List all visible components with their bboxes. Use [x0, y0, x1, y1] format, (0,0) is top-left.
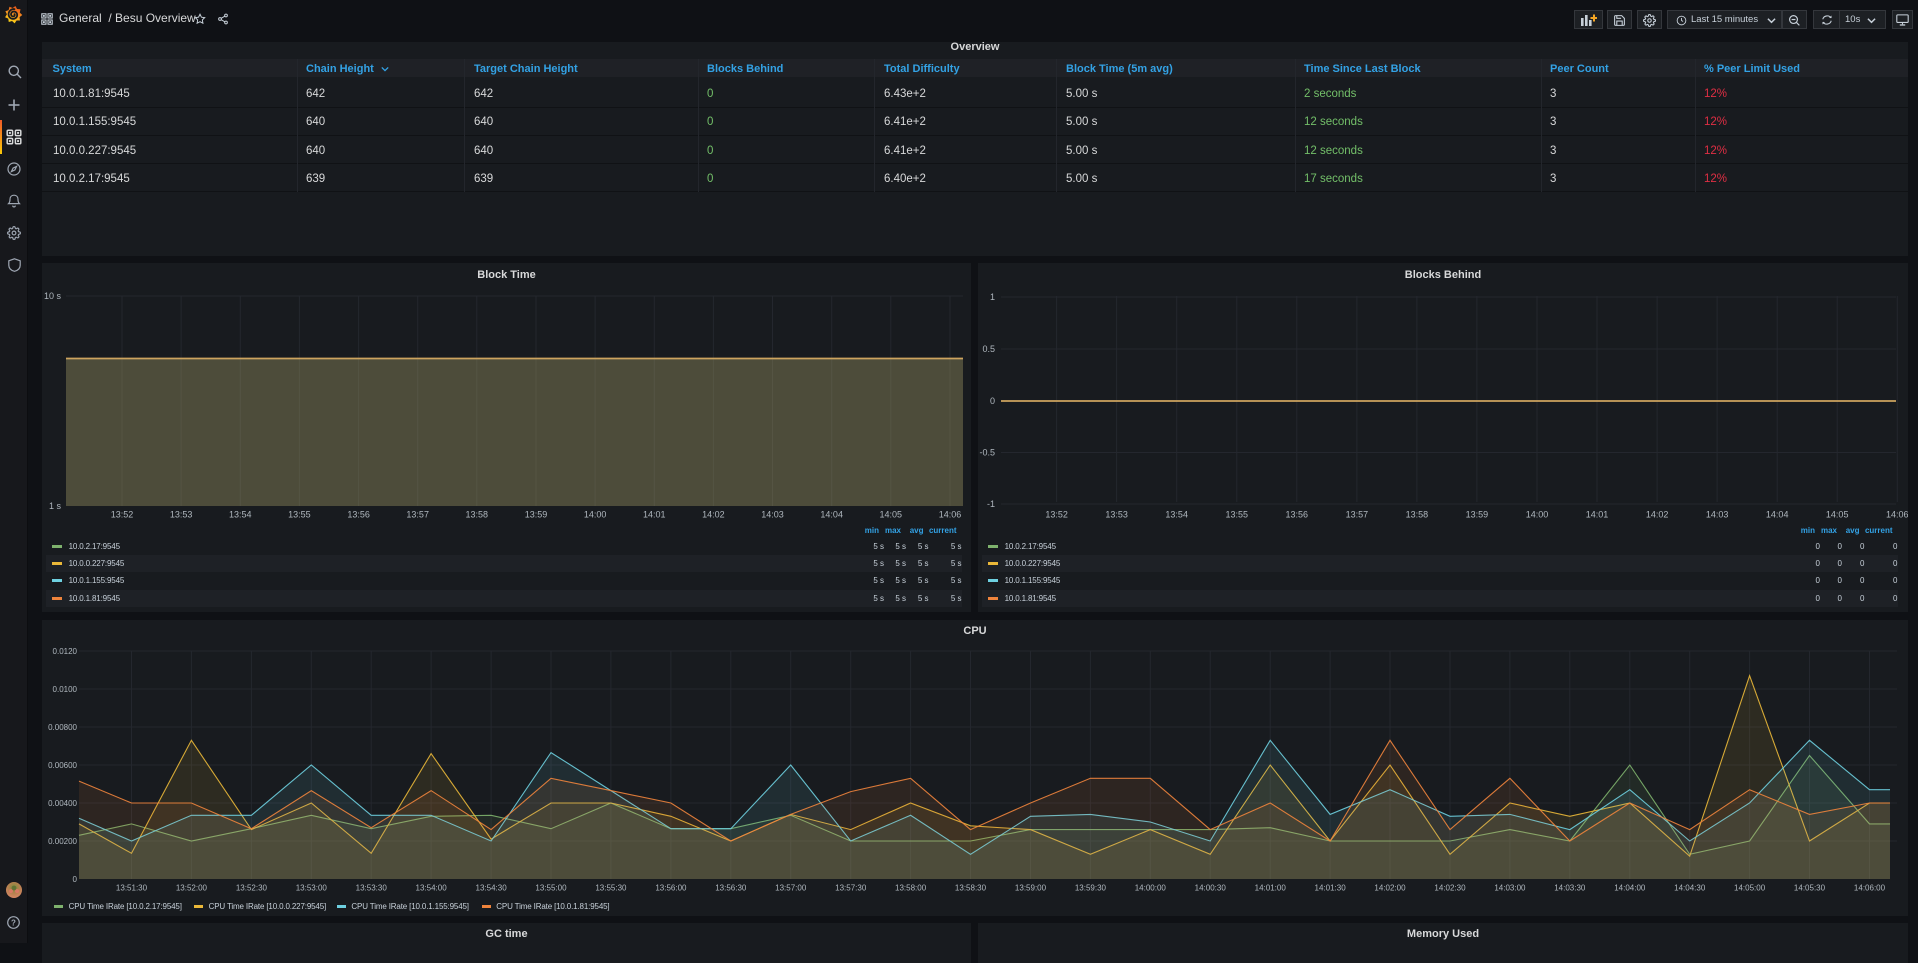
svg-text:13:58:00: 13:58:00	[895, 883, 927, 892]
svg-text:0.00200: 0.00200	[48, 837, 77, 846]
svg-text:14:01: 14:01	[1586, 510, 1609, 520]
svg-text:14:02: 14:02	[702, 510, 725, 520]
svg-text:13:54: 13:54	[229, 510, 252, 520]
svg-text:13:55:00: 13:55:00	[535, 883, 567, 892]
svg-text:14:06:00: 14:06:00	[1854, 883, 1886, 892]
svg-text:14:01:00: 14:01:00	[1255, 883, 1287, 892]
svg-text:13:54:00: 13:54:00	[416, 883, 448, 892]
svg-text:14:03:00: 14:03:00	[1494, 883, 1526, 892]
svg-text:1: 1	[990, 292, 995, 302]
svg-text:13:52:00: 13:52:00	[176, 883, 208, 892]
svg-text:13:59: 13:59	[1466, 510, 1489, 520]
svg-text:14:00: 14:00	[1526, 510, 1549, 520]
svg-text:14:04:30: 14:04:30	[1674, 883, 1706, 892]
svg-text:13:56:00: 13:56:00	[655, 883, 687, 892]
svg-text:13:58: 13:58	[466, 510, 489, 520]
svg-text:0.00800: 0.00800	[48, 723, 77, 732]
svg-text:14:01:30: 14:01:30	[1315, 883, 1347, 892]
svg-text:?: ?	[11, 918, 16, 927]
svg-text:0.00600: 0.00600	[48, 761, 77, 770]
svg-text:13:54: 13:54	[1165, 510, 1188, 520]
svg-text:14:04: 14:04	[1766, 510, 1789, 520]
svg-text:14:00: 14:00	[584, 510, 607, 520]
svg-text:0: 0	[73, 875, 78, 884]
svg-text:14:04: 14:04	[820, 510, 843, 520]
svg-text:14:03: 14:03	[1706, 510, 1729, 520]
svg-text:0.0100: 0.0100	[53, 685, 78, 694]
svg-text:13:59: 13:59	[525, 510, 548, 520]
svg-text:13:54:30: 13:54:30	[476, 883, 508, 892]
svg-text:0: 0	[990, 396, 995, 406]
svg-text:0.0120: 0.0120	[53, 647, 78, 656]
svg-text:13:53:30: 13:53:30	[356, 883, 388, 892]
svg-text:13:55: 13:55	[288, 510, 311, 520]
svg-text:-0.5: -0.5	[979, 448, 995, 458]
svg-text:13:58:30: 13:58:30	[955, 883, 987, 892]
svg-text:14:03:30: 14:03:30	[1554, 883, 1586, 892]
svg-text:14:01: 14:01	[643, 510, 666, 520]
svg-text:13:57: 13:57	[1346, 510, 1369, 520]
svg-text:14:03: 14:03	[761, 510, 784, 520]
svg-text:14:02:30: 14:02:30	[1434, 883, 1466, 892]
svg-text:14:05:00: 14:05:00	[1734, 883, 1766, 892]
svg-text:14:05: 14:05	[1826, 510, 1849, 520]
svg-text:14:04:00: 14:04:00	[1614, 883, 1646, 892]
svg-text:13:56:30: 13:56:30	[715, 883, 747, 892]
svg-text:14:00:30: 14:00:30	[1195, 883, 1227, 892]
svg-text:13:55:30: 13:55:30	[595, 883, 627, 892]
svg-text:14:00:00: 14:00:00	[1135, 883, 1167, 892]
svg-text:13:56: 13:56	[1286, 510, 1309, 520]
svg-text:14:06: 14:06	[1886, 510, 1908, 520]
svg-text:0.00400: 0.00400	[48, 799, 77, 808]
svg-text:13:51:30: 13:51:30	[116, 883, 148, 892]
svg-text:13:58: 13:58	[1406, 510, 1429, 520]
svg-text:13:52:30: 13:52:30	[236, 883, 268, 892]
svg-text:1 s: 1 s	[49, 501, 62, 511]
svg-text:13:59:00: 13:59:00	[1015, 883, 1047, 892]
svg-text:-1: -1	[987, 499, 995, 509]
svg-text:13:53: 13:53	[1105, 510, 1128, 520]
svg-text:14:06: 14:06	[939, 510, 962, 520]
svg-text:13:57:00: 13:57:00	[775, 883, 807, 892]
svg-text:13:53:00: 13:53:00	[296, 883, 328, 892]
svg-text:13:52: 13:52	[1045, 510, 1068, 520]
svg-text:13:52: 13:52	[111, 510, 134, 520]
svg-text:13:55: 13:55	[1226, 510, 1249, 520]
svg-text:13:57:30: 13:57:30	[835, 883, 867, 892]
svg-text:13:57: 13:57	[406, 510, 429, 520]
svg-text:14:02: 14:02	[1646, 510, 1669, 520]
svg-text:14:05:30: 14:05:30	[1794, 883, 1826, 892]
svg-text:0.5: 0.5	[982, 344, 995, 354]
svg-text:13:59:30: 13:59:30	[1075, 883, 1107, 892]
svg-text:14:02:00: 14:02:00	[1374, 883, 1406, 892]
svg-text:13:56: 13:56	[347, 510, 370, 520]
svg-text:10 s: 10 s	[44, 291, 62, 301]
svg-text:13:53: 13:53	[170, 510, 193, 520]
svg-text:14:05: 14:05	[880, 510, 903, 520]
